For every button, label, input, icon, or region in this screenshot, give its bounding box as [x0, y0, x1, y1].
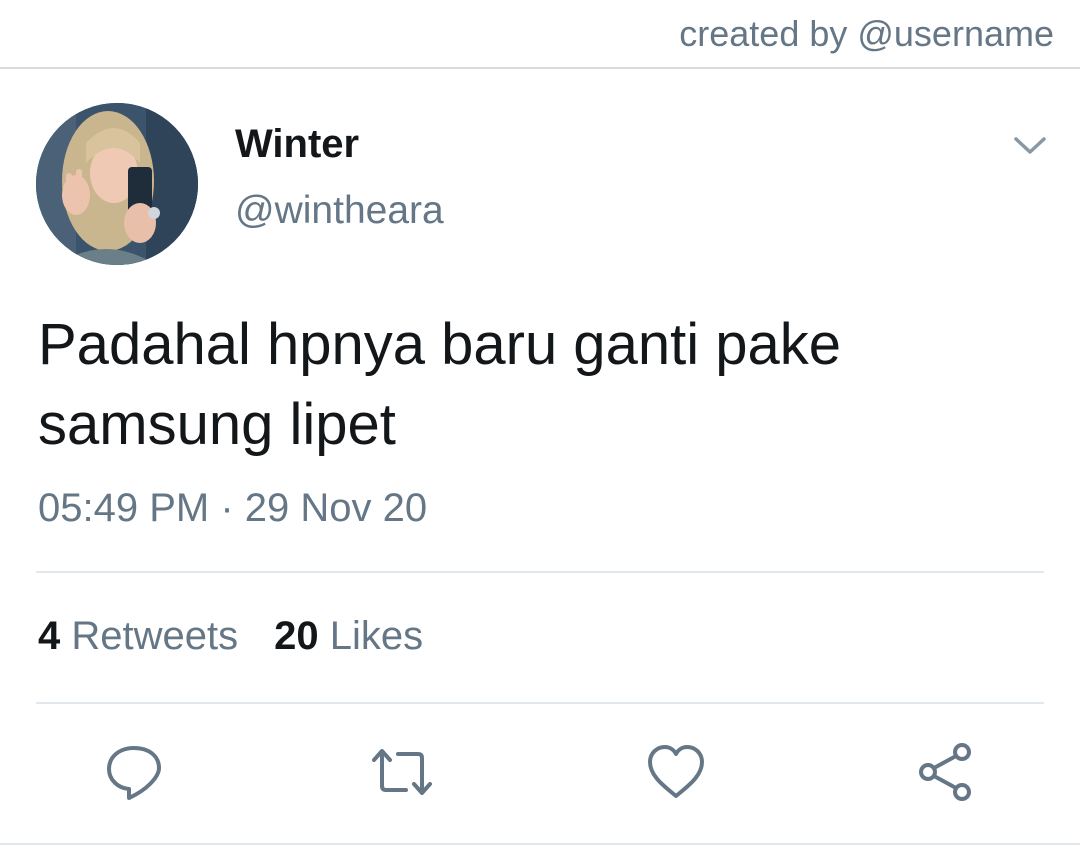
retweet-button[interactable] — [370, 740, 434, 804]
tweet-text-line-2: samsung lipet — [38, 392, 396, 457]
chevron-down-icon[interactable] — [1010, 130, 1050, 160]
reply-button[interactable] — [102, 740, 166, 804]
reply-icon — [107, 746, 161, 800]
share-icon — [919, 743, 971, 801]
like-button[interactable] — [644, 740, 708, 804]
retweets-stat[interactable]: 4 Retweets — [38, 614, 238, 658]
divider — [36, 702, 1044, 704]
heart-icon — [648, 745, 704, 798]
tweet-text-line-1: Padahal hpnya baru ganti pake — [38, 312, 841, 377]
user-handle[interactable]: @wintheara — [235, 188, 444, 234]
tweet-timestamp[interactable]: 05:49 PM · 29 Nov 20 — [38, 484, 427, 532]
likes-stat[interactable]: 20 Likes — [274, 614, 423, 658]
credit-text: created by @username — [679, 13, 1054, 54]
likes-count: 20 — [274, 614, 319, 658]
retweet-icon — [372, 749, 432, 795]
retweets-count: 4 — [38, 614, 61, 658]
avatar-photo — [36, 103, 198, 265]
avatar[interactable] — [36, 103, 198, 265]
retweets-label: Retweets — [71, 614, 239, 658]
share-button[interactable] — [914, 740, 978, 804]
divider — [36, 571, 1044, 573]
tweet-text: Padahal hpnya baru ganti pake samsung li… — [38, 305, 1048, 465]
likes-label: Likes — [329, 614, 424, 658]
bottom-divider — [0, 843, 1080, 845]
display-name[interactable]: Winter — [235, 121, 359, 167]
tweet-stats: 4 Retweets 20 Likes — [38, 612, 423, 660]
header-divider — [0, 67, 1080, 69]
